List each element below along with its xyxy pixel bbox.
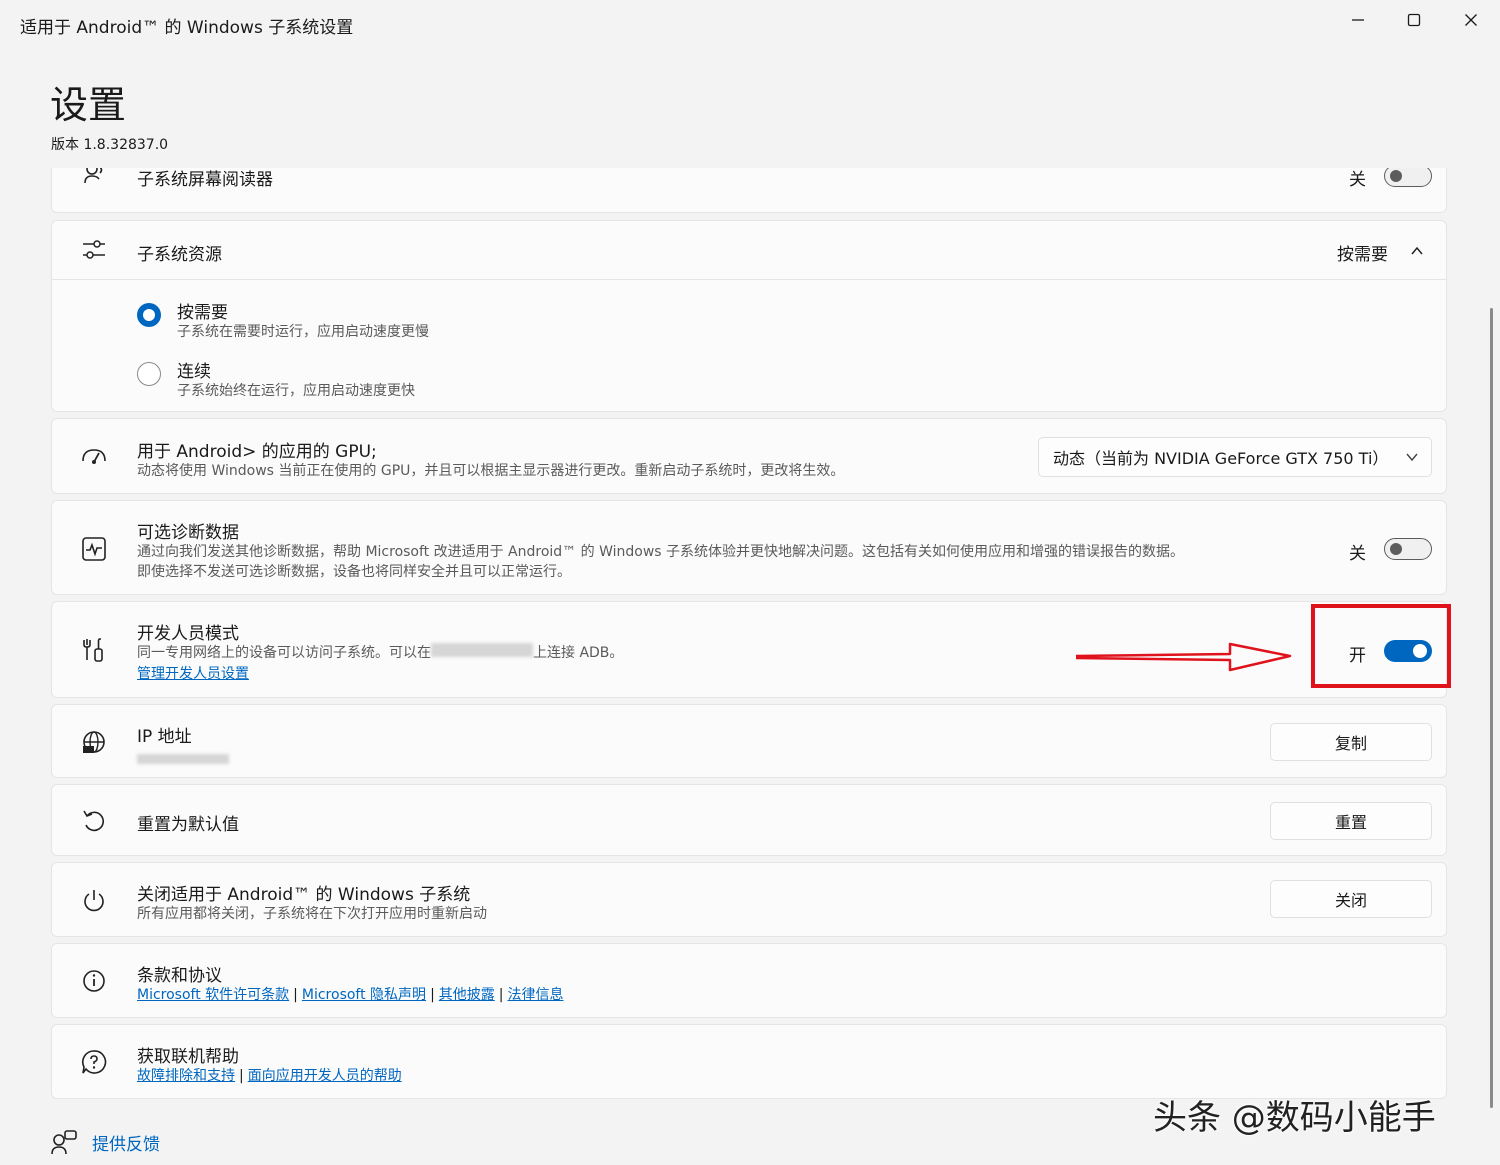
gpu-dropdown[interactable]: 动态（当前为 NVIDIA GeForce GTX 750 Ti） — [1038, 437, 1432, 477]
resources-card: 子系统资源 按需要 按需要 子系统在需要时运行，应用启动速度更慢 连续 子系统始… — [51, 220, 1447, 412]
reset-title: 重置为默认值 — [137, 815, 239, 835]
screen-reader-title: 子系统屏幕阅读器 — [137, 170, 273, 190]
help-card: 获取联机帮助 故障排除和支持 | 面向应用开发人员的帮助 — [51, 1024, 1447, 1099]
diagnostics-desc-1: 通过向我们发送其他诊断数据，帮助 Microsoft 改进适用于 Android… — [137, 544, 1185, 560]
troubleshooting-link[interactable]: 故障排除和支持 — [137, 1068, 235, 1084]
resources-header[interactable] — [52, 221, 1446, 280]
ip-title: IP 地址 — [137, 727, 192, 747]
screen-reader-state: 关 — [1349, 170, 1366, 190]
globe-icon — [80, 729, 108, 757]
chevron-down-icon — [1406, 453, 1418, 462]
maximize-icon — [1407, 13, 1421, 27]
legal-info-link[interactable]: 法律信息 — [508, 987, 564, 1003]
reset-button[interactable]: 重置 — [1270, 802, 1432, 840]
close-button[interactable] — [1443, 0, 1499, 40]
license-terms-link[interactable]: Microsoft 软件许可条款 — [137, 987, 289, 1003]
diagnostics-desc-2: 即使选择不发送可选诊断数据，设备也将同样安全并且可以正常运行。 — [137, 564, 571, 580]
annotation-arrow-icon — [1075, 642, 1292, 672]
shutdown-button[interactable]: 关闭 — [1270, 880, 1432, 918]
chevron-up-icon[interactable] — [1410, 244, 1424, 258]
minimize-button[interactable] — [1330, 0, 1386, 40]
developer-help-link[interactable]: 面向应用开发人员的帮助 — [248, 1068, 402, 1084]
terms-card: 条款和协议 Microsoft 软件许可条款 | Microsoft 隐私声明 | 其他… — [51, 943, 1447, 1018]
scrollbar[interactable] — [1490, 308, 1493, 1108]
close-icon — [1465, 14, 1477, 26]
resources-title: 子系统资源 — [137, 245, 222, 265]
help-links: 故障排除和支持 | 面向应用开发人员的帮助 — [137, 1068, 402, 1084]
diagnostics-toggle[interactable] — [1384, 538, 1432, 560]
radio-on-demand-desc: 子系统在需要时运行，应用启动速度更慢 — [177, 324, 429, 340]
screen-reader-icon — [80, 168, 108, 189]
screen-reader-card: 子系统屏幕阅读器 关 — [51, 168, 1447, 213]
privacy-statement-link[interactable]: Microsoft 隐私声明 — [302, 987, 426, 1003]
ip-card: IP 地址 复制 — [51, 704, 1447, 778]
feedback-link[interactable]: 提供反馈 — [50, 1128, 160, 1156]
window-title: 适用于 Android™ 的 Windows 子系统设置 — [20, 18, 354, 38]
manage-developer-settings-link[interactable]: 管理开发人员设置 — [137, 663, 249, 683]
radio-on-demand[interactable] — [137, 303, 161, 327]
feedback-label: 提供反馈 — [92, 1134, 160, 1155]
feedback-icon — [51, 1130, 77, 1155]
terms-title: 条款和协议 — [137, 966, 222, 986]
page-title: 设置 — [50, 83, 127, 127]
help-icon — [80, 1048, 108, 1076]
gauge-icon — [80, 442, 108, 470]
developer-desc: 同一专用网络上的设备可以访问子系统。可以在 上连接 ADB。 — [137, 643, 624, 661]
shutdown-card: 关闭适用于 Android™ 的 Windows 子系统 所有应用都将关闭，子系… — [51, 862, 1447, 937]
developer-title: 开发人员模式 — [137, 624, 239, 644]
annotation-highlight-box — [1311, 604, 1451, 688]
reset-card: 重置为默认值 重置 — [51, 784, 1447, 856]
help-title: 获取联机帮助 — [137, 1047, 239, 1067]
maximize-button[interactable] — [1386, 0, 1442, 40]
screen-reader-toggle[interactable] — [1384, 168, 1432, 187]
pulse-icon — [80, 535, 108, 563]
tools-icon — [80, 636, 108, 664]
shutdown-desc: 所有应用都将关闭，子系统将在下次打开应用时重新启动 — [137, 906, 487, 922]
radio-on-demand-label: 按需要 — [177, 303, 228, 323]
diagnostics-title: 可选诊断数据 — [137, 523, 239, 543]
gpu-desc: 动态将使用 Windows 当前正在使用的 GPU，并且可以根据主显示器进行更改… — [137, 463, 845, 479]
terms-links: Microsoft 软件许可条款 | Microsoft 隐私声明 | 其他披露 | 法律信… — [137, 987, 564, 1003]
radio-continuous-desc: 子系统始终在运行，应用启动速度更快 — [177, 383, 415, 399]
reset-icon — [80, 807, 108, 835]
radio-continuous[interactable] — [137, 362, 161, 386]
gpu-dropdown-value: 动态（当前为 NVIDIA GeForce GTX 750 Ti） — [1053, 449, 1389, 468]
gpu-card: 用于 Android> 的应用的 GPU; 动态将使用 Windows 当前正在… — [51, 418, 1447, 494]
title-bar: 适用于 Android™ 的 Windows 子系统设置 — [0, 0, 1500, 48]
version-text: 版本 1.8.32837.0 — [51, 137, 169, 153]
radio-continuous-label: 连续 — [177, 362, 211, 382]
power-icon — [80, 887, 108, 915]
watermark: 头条 @数码小能手 — [1153, 1098, 1436, 1138]
sliders-icon — [80, 236, 108, 264]
shutdown-title: 关闭适用于 Android™ 的 Windows 子系统 — [137, 885, 471, 905]
info-icon — [80, 967, 108, 995]
diagnostics-card: 可选诊断数据 通过向我们发送其他诊断数据，帮助 Microsoft 改进适用于 … — [51, 500, 1447, 595]
minimize-icon — [1352, 19, 1364, 21]
resources-value: 按需要 — [1337, 245, 1388, 265]
other-disclosures-link[interactable]: 其他披露 — [439, 987, 495, 1003]
ip-value-redacted — [137, 749, 229, 768]
gpu-title: 用于 Android> 的应用的 GPU; — [137, 442, 377, 462]
copy-button[interactable]: 复制 — [1270, 723, 1432, 761]
diagnostics-state: 关 — [1349, 544, 1366, 564]
